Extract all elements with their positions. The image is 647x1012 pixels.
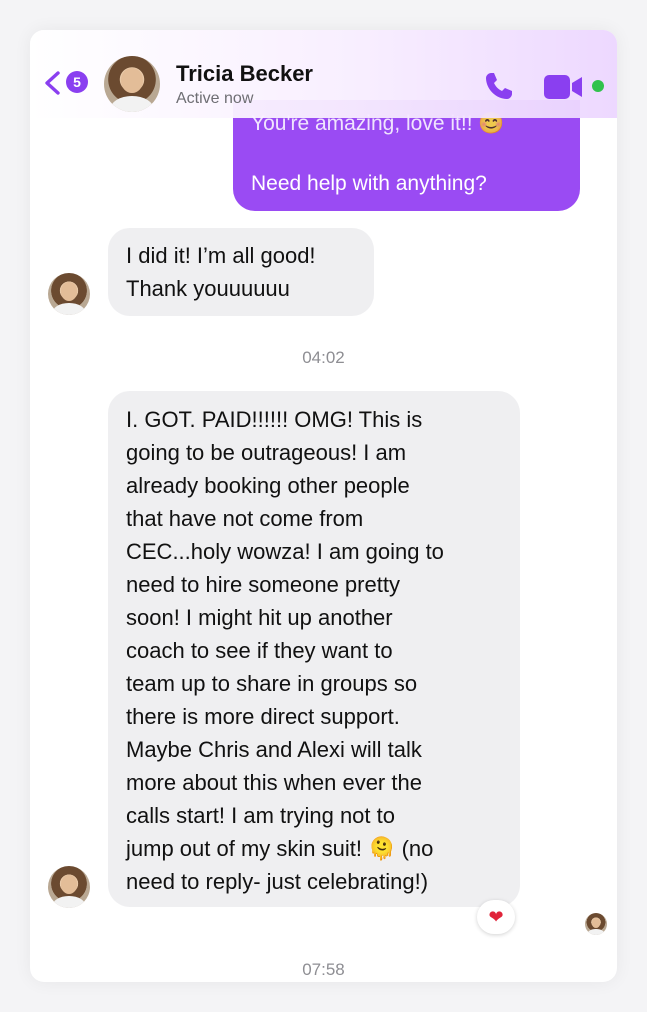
message-line: need to reply- just celebrating!) — [126, 869, 429, 894]
message-line: there is more direct support. — [126, 704, 400, 729]
incoming-message: I. GOT. PAID!!!!!! OMG! This is going to… — [108, 391, 520, 907]
message-line: jump out of my skin suit! 🫠 (no — [126, 836, 434, 861]
chat-header: 5 Tricia Becker Active now — [30, 30, 617, 118]
message-line: coach to see if they want to — [126, 638, 393, 663]
message-line: CEC...holy wowza! I am going to — [126, 539, 444, 564]
call-button[interactable] — [482, 69, 516, 103]
message-line: going to be outrageous! I am — [126, 440, 407, 465]
video-call-button[interactable] — [544, 73, 586, 101]
message-line: need to hire someone pretty — [126, 572, 400, 597]
back-button[interactable]: 5 — [42, 68, 92, 98]
sender-avatar[interactable] — [48, 866, 90, 908]
message-line: Maybe Chris and Alexi will talk — [126, 737, 422, 762]
sender-avatar[interactable] — [48, 273, 90, 315]
contact-avatar[interactable] — [104, 56, 160, 112]
message-line: I did it! I’m all good! — [126, 243, 316, 268]
message-line: soon! I might hit up another — [126, 605, 393, 630]
contact-name[interactable]: Tricia Becker — [176, 61, 313, 87]
message-line: team up to share in groups so — [126, 671, 418, 696]
phone-icon — [486, 73, 512, 99]
message-line: Thank youuuuuu — [126, 276, 290, 301]
incoming-message: I did it! I’m all good! Thank youuuuuu — [108, 228, 374, 316]
unread-badge: 5 — [66, 71, 88, 93]
outgoing-line-2: Need help with anything? — [251, 172, 487, 195]
message-line: I. GOT. PAID!!!!!! OMG! This is — [126, 407, 423, 432]
message-line: calls start! I am trying not to — [126, 803, 395, 828]
active-status: Active now — [176, 90, 254, 107]
timestamp: 07:58 — [302, 960, 345, 979]
heart-reaction[interactable]: ❤ — [477, 900, 515, 934]
message-line: that have not come from — [126, 506, 364, 531]
video-camera-icon — [544, 75, 582, 99]
online-indicator — [592, 80, 604, 92]
back-chevron-icon — [45, 71, 60, 95]
chat-window: You're amazing, love it!! 😊 Need help wi… — [30, 30, 617, 982]
timestamp: 04:02 — [302, 348, 345, 367]
message-line: already booking other people — [126, 473, 410, 498]
message-line: more about this when ever the — [126, 770, 422, 795]
read-receipt-avatar — [585, 913, 607, 935]
